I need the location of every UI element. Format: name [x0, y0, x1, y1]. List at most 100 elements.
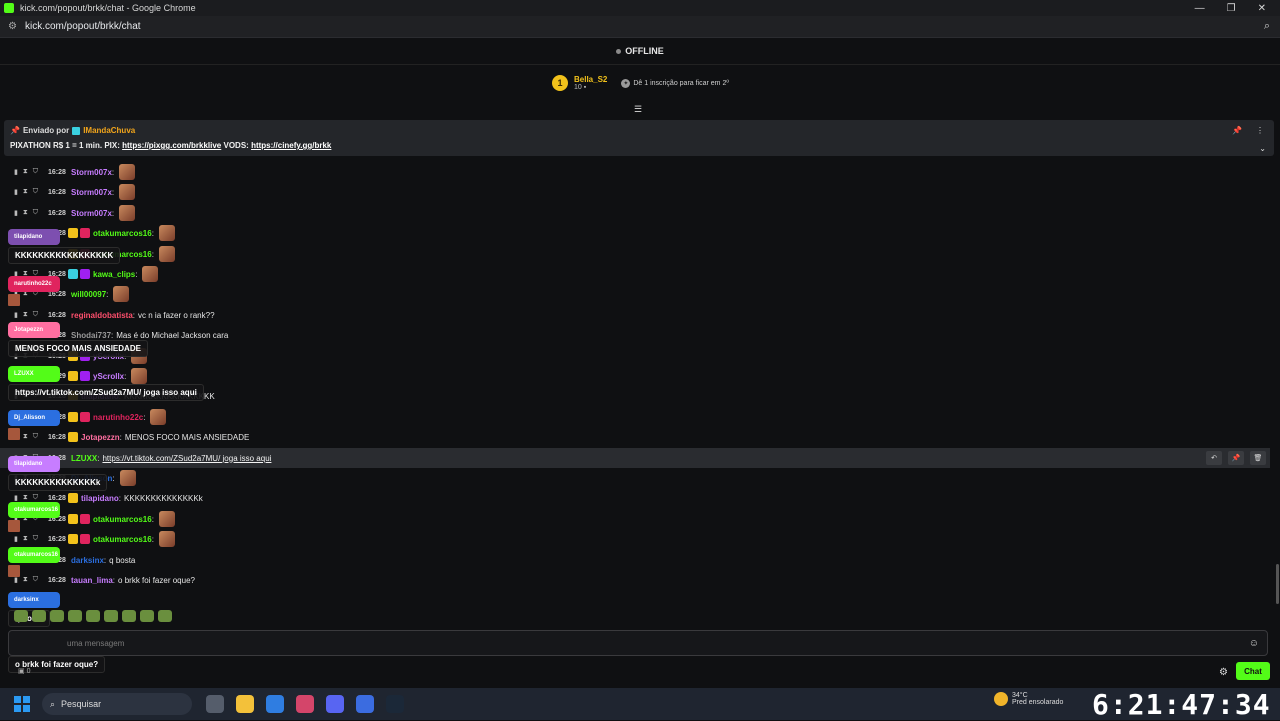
- timeout-icon[interactable]: ⧗: [23, 576, 28, 584]
- gear-icon[interactable]: ⚙: [1219, 667, 1228, 678]
- mod-actions: ▮ ⧗ ⛉: [0, 209, 48, 217]
- reply-icon[interactable]: ↶: [1206, 451, 1222, 465]
- ban-icon[interactable]: ⛉: [33, 209, 38, 217]
- message-username[interactable]: darksinx: [71, 556, 104, 565]
- weather-widget[interactable]: 34°C Pred ensolarado: [994, 692, 1063, 706]
- trash-icon[interactable]: ▮: [14, 535, 18, 543]
- chat-message[interactable]: ▮ ⧗ ⛉ 16:28 Storm007x:: [0, 182, 1270, 202]
- message-username[interactable]: kawa_clips: [93, 270, 135, 279]
- pix-link[interactable]: https://pixgg.com/brkklive: [122, 141, 221, 150]
- emote[interactable]: [122, 610, 136, 622]
- ban-icon[interactable]: ⛉: [33, 188, 38, 196]
- separator: :: [151, 249, 154, 259]
- timeout-icon[interactable]: ⧗: [23, 209, 28, 217]
- steam-icon[interactable]: [386, 695, 404, 713]
- ban-icon[interactable]: ⛉: [33, 535, 38, 543]
- emote[interactable]: [32, 610, 46, 622]
- ban-icon[interactable]: ⛉: [33, 168, 38, 176]
- discord-icon[interactable]: [326, 695, 344, 713]
- emote[interactable]: [14, 610, 28, 622]
- chat-message[interactable]: ▮ ⧗ ⛉ 16:28 reginaldobatista: vc n ia fazer o…: [0, 305, 1270, 325]
- app-icon[interactable]: [296, 695, 314, 713]
- unpin-icon[interactable]: 📌: [1232, 126, 1242, 135]
- chat-message[interactable]: ▮ ⧗ ⛉ 16:28 Storm007x:: [0, 203, 1270, 223]
- message-text[interactable]: https://vt.tiktok.com/ZSud2a7MU/ joga is…: [102, 454, 271, 463]
- separator: :: [151, 534, 154, 544]
- overlay-message: KKKKKKKKKKKKKKk: [8, 474, 108, 491]
- avatar: [8, 520, 20, 532]
- chat-message[interactable]: ▮⧗⛉16:28Jotapezzn:MENOS FOCO MAIS ANSIED…: [0, 427, 1270, 447]
- vods-link[interactable]: https://cinefy.gg/brkk: [251, 141, 331, 150]
- message-username[interactable]: Jotapezzn: [81, 433, 120, 442]
- more-options-icon[interactable]: ⋮: [1256, 126, 1264, 135]
- chat-input[interactable]: uma mensagem ☺: [8, 630, 1268, 656]
- sub-leaderboard[interactable]: 1 Bella_S2 10 ▪ ✦ Dê 1 inscrição para fi…: [552, 75, 729, 91]
- message-username[interactable]: tilapidano: [81, 494, 119, 503]
- chat-message[interactable]: ▮⧗⛉16:28otakumarcos16:: [0, 509, 1270, 529]
- overlay-notification: LZUXX https://vt.tiktok.com/ZSud2a7MU/ jo…: [8, 362, 204, 401]
- search-icon: ⌕: [50, 698, 56, 709]
- points-counter[interactable]: ▣ 0: [18, 667, 30, 675]
- scrollbar[interactable]: [1276, 564, 1279, 604]
- send-chat-button[interactable]: Chat: [1236, 662, 1270, 680]
- message-username[interactable]: will00097: [71, 290, 106, 299]
- timeout-icon[interactable]: ⧗: [23, 188, 28, 196]
- taskbar-search[interactable]: ⌕ Pesquisar: [42, 693, 192, 715]
- minimize-icon[interactable]: —: [1195, 3, 1205, 14]
- emote[interactable]: [104, 610, 118, 622]
- chat-message[interactable]: ▮ ⧗ ⛉ 16:28 Storm007x:: [0, 162, 1270, 182]
- mod-actions: ▮ ⧗ ⛉: [0, 576, 48, 584]
- chat-message[interactable]: ▮⧗⛉16:28otakumarcos16:: [0, 223, 1270, 243]
- emote[interactable]: [68, 610, 82, 622]
- message-username[interactable]: otakumarcos16: [93, 535, 152, 544]
- timeout-icon[interactable]: ⧗: [23, 535, 28, 543]
- collapse-leaderboard-icon[interactable]: ☰: [634, 104, 642, 115]
- ban-icon[interactable]: ⛉: [33, 576, 38, 584]
- pin-icon[interactable]: 📌: [1228, 451, 1244, 465]
- chat-message[interactable]: ▮⧗⛉16:28narutinho22c:: [0, 407, 1270, 427]
- zoom-icon[interactable]: ⌕: [1264, 20, 1280, 33]
- emote[interactable]: [158, 610, 172, 622]
- restore-icon[interactable]: ❐: [1227, 3, 1236, 14]
- url-text[interactable]: kick.com/popout/brkk/chat: [25, 21, 141, 32]
- emote-image: [113, 286, 130, 302]
- overlay-username-tag: darksinx: [8, 592, 60, 608]
- pinned-author[interactable]: IMandaChuva: [83, 126, 135, 135]
- chat-message[interactable]: ▮⧗⛉16:28darksinx:q bosta: [0, 550, 1270, 570]
- file-explorer-icon[interactable]: [236, 695, 254, 713]
- chrome-icon[interactable]: [266, 695, 284, 713]
- message-username[interactable]: narutinho22c: [93, 413, 143, 422]
- emote[interactable]: [50, 610, 64, 622]
- timeout-icon[interactable]: ⧗: [23, 168, 28, 176]
- trash-icon[interactable]: ▮: [14, 188, 18, 196]
- chevron-down-icon[interactable]: ⌄: [1259, 144, 1266, 153]
- emote[interactable]: [140, 610, 154, 622]
- message-username[interactable]: tauan_lima: [71, 576, 113, 585]
- message-username[interactable]: Storm007x: [71, 209, 112, 218]
- emoji-picker-icon[interactable]: ☺: [1249, 638, 1259, 649]
- message-username[interactable]: Storm007x: [71, 168, 112, 177]
- trash-icon[interactable]: ▮: [14, 209, 18, 217]
- site-settings-icon[interactable]: ⚙: [8, 21, 17, 32]
- emote-image: [158, 511, 175, 527]
- leaderboard-cta[interactable]: ✦ Dê 1 inscrição para ficar em 2º: [621, 78, 729, 88]
- task-view-icon[interactable]: [206, 695, 224, 713]
- chat-message[interactable]: ▮⧗⛉16:28Shodai737:Mas é do Michael Jacks…: [0, 325, 1270, 345]
- chat-message[interactable]: ▮⧗⛉16:28Dj_Alisson:: [0, 468, 1270, 488]
- chat-message[interactable]: ▮⧗⛉16:28otakumarcos16:: [0, 529, 1270, 549]
- delete-icon[interactable]: 🗑: [1250, 451, 1266, 465]
- close-icon[interactable]: ✕: [1258, 3, 1266, 14]
- chat-message[interactable]: ▮⧗⛉16:28LZUXX:https://vt.tiktok.com/ZSud…: [0, 448, 1270, 468]
- message-username[interactable]: otakumarcos16: [93, 515, 152, 524]
- chat-message[interactable]: ▮ ⧗ ⛉ 16:28 tauan_lima: o brkk foi fazer oque…: [0, 570, 1270, 590]
- message-username[interactable]: Storm007x: [71, 188, 112, 197]
- emote[interactable]: [86, 610, 100, 622]
- windows-start-icon[interactable]: [14, 696, 30, 712]
- chat-message[interactable]: ▮ ⧗ ⛉ 16:28 tilapidano: KKKKKKKKKKKKKKk: [0, 488, 1270, 508]
- chat-message[interactable]: ▮⧗⛉16:28otakumarcos16:: [0, 244, 1270, 264]
- chat-message[interactable]: ▮⧗⛉16:28will00097:: [0, 284, 1270, 304]
- trash-icon[interactable]: ▮: [14, 168, 18, 176]
- trash-icon[interactable]: ▮: [14, 576, 18, 584]
- chat-message[interactable]: ▮ ⧗ ⛉ 16:28 kawa_clips:: [0, 264, 1270, 284]
- app-icon[interactable]: [356, 695, 374, 713]
